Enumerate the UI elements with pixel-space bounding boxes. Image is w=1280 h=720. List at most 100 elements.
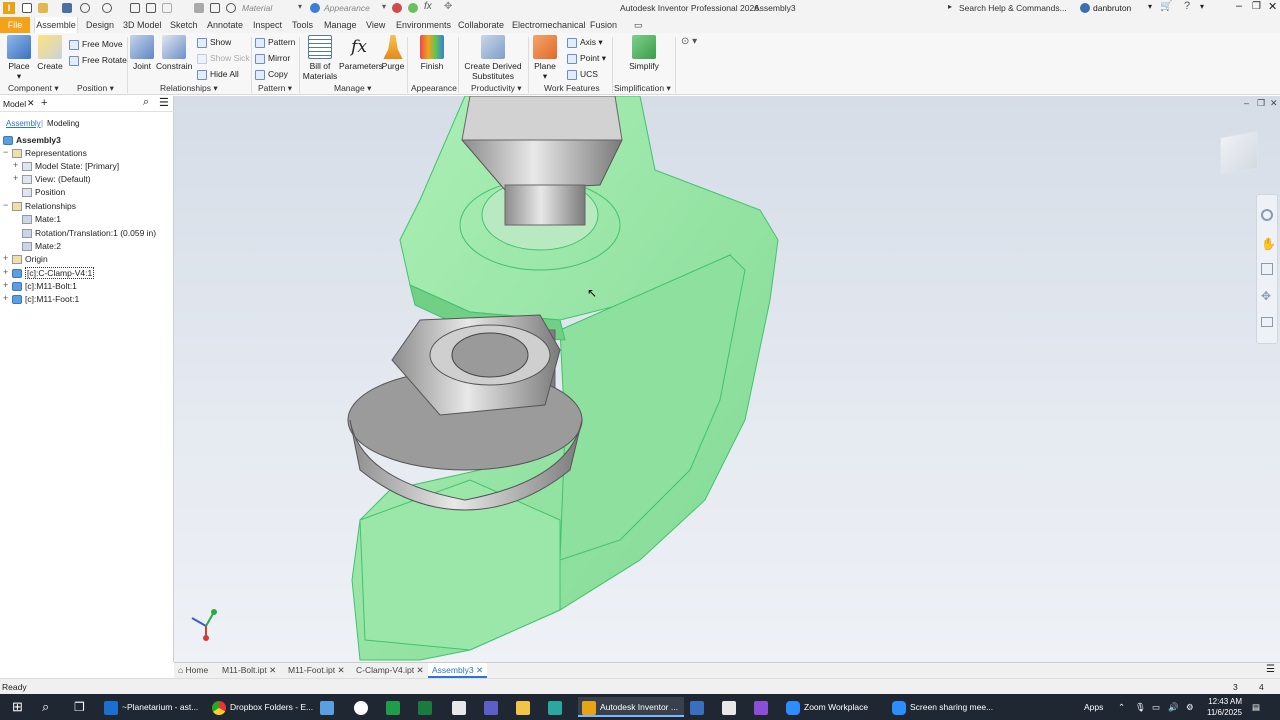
tab-inspect[interactable]: Inspect <box>253 17 282 33</box>
material-dropdown-chevron-icon[interactable]: ▾ <box>298 2 302 11</box>
app-pin-icon[interactable] <box>320 697 338 717</box>
viewport-minimize-icon[interactable]: – <box>1244 98 1249 108</box>
open-file-icon[interactable] <box>38 3 48 13</box>
volume-icon[interactable]: 🔊 <box>1168 697 1179 717</box>
windows-start-icon[interactable]: ⊞ <box>12 697 23 717</box>
app-pin-icon[interactable] <box>516 697 534 717</box>
clock[interactable]: 12:43 AM 11/6/2025 <box>1200 696 1242 718</box>
tree-item-rotation-translation[interactable]: Rotation/Translation:1 (0.059 in) <box>22 227 156 240</box>
measure-icon[interactable] <box>210 3 220 13</box>
cart-icon[interactable]: 🛒 <box>1160 1 1172 12</box>
app-pin-icon[interactable] <box>418 697 436 717</box>
expand-icon[interactable]: + <box>3 267 11 277</box>
taskbar-item-dropbox[interactable]: Dropbox Folders - E... <box>212 697 313 717</box>
zoom-icon[interactable] <box>1261 263 1273 275</box>
minimize-icon[interactable]: – <box>1236 0 1242 12</box>
graphics-window[interactable]: ↖ ✋ ✥ – ❐ ✕ <box>174 96 1280 662</box>
plane-button[interactable]: Plane ▾ <box>532 35 558 81</box>
pattern-button[interactable]: Pattern <box>255 35 295 49</box>
close-model-tab-icon[interactable]: ✕ <box>27 98 35 109</box>
search-help-input[interactable]: Search Help & Commands... <box>959 3 1075 13</box>
modeling-view-toggle[interactable]: Modeling <box>47 119 79 128</box>
ribbon-more-icon[interactable]: ⊙ ▾ <box>681 36 697 47</box>
tree-item-m11-bolt[interactable]: [c]:M11-Bolt:1 <box>12 280 77 293</box>
home-icon[interactable] <box>130 3 140 13</box>
inventor-logo[interactable]: I <box>3 2 15 14</box>
viewport-restore-icon[interactable]: ❐ <box>1257 98 1265 109</box>
app-pin-icon[interactable] <box>754 697 772 717</box>
task-view-icon[interactable]: ❐ <box>74 697 85 717</box>
tab-annotate[interactable]: Annotate <box>207 17 243 33</box>
copy-button[interactable]: Copy <box>255 67 288 81</box>
select-icon[interactable] <box>162 3 172 13</box>
ribbon-options-icon[interactable]: ▭ <box>634 17 643 33</box>
tab-fusion[interactable]: Fusion <box>590 17 617 33</box>
hide-all-button[interactable]: Hide All <box>197 67 239 81</box>
finish-button[interactable]: Finish <box>414 35 450 71</box>
new-file-icon[interactable] <box>22 3 32 13</box>
app-pin-icon[interactable] <box>484 697 502 717</box>
mirror-button[interactable]: Mirror <box>255 51 290 65</box>
collapse-icon[interactable]: − <box>3 200 11 210</box>
bill-of-materials-button[interactable]: Bill of Materials <box>302 35 338 81</box>
redo-icon[interactable] <box>102 3 112 13</box>
tree-item-position[interactable]: Position <box>22 186 65 199</box>
expand-icon[interactable]: + <box>3 253 11 263</box>
user-avatar-icon[interactable] <box>1080 3 1090 13</box>
tree-item-view[interactable]: View: (Default) <box>22 173 91 186</box>
app-pin-icon[interactable] <box>722 697 740 717</box>
network-icon[interactable]: ▭ <box>1152 697 1160 717</box>
tab-collaborate[interactable]: Collaborate <box>458 17 504 33</box>
assembly-view-toggle[interactable]: Assembly <box>6 119 41 128</box>
expand-icon[interactable]: + <box>13 160 21 170</box>
tree-item-m11-foot[interactable]: [c]:M11-Foot:1 <box>12 293 79 306</box>
add-browser-tab-icon[interactable]: + <box>41 97 47 109</box>
tray-chevron-icon[interactable]: ⌃ <box>1118 697 1125 717</box>
pan-icon[interactable]: ✋ <box>1261 237 1276 251</box>
tree-item-origin[interactable]: Origin <box>12 253 48 266</box>
apps-tray-label[interactable]: Apps <box>1084 697 1103 717</box>
return-icon[interactable] <box>146 3 156 13</box>
update-icon[interactable] <box>194 3 204 13</box>
tab-3d-model[interactable]: 3D Model <box>123 17 162 33</box>
app-pin-icon[interactable] <box>452 697 470 717</box>
taskbar-item-inventor[interactable]: Autodesk Inventor ... <box>578 697 684 717</box>
user-name[interactable]: danbruton <box>1093 3 1131 13</box>
viewcube[interactable] <box>1220 130 1258 176</box>
save-icon[interactable] <box>62 3 72 13</box>
panel-simplification[interactable]: Simplification ▾ <box>614 83 671 94</box>
tree-root[interactable]: Assembly3 <box>3 134 61 147</box>
tab-design[interactable]: Design <box>86 17 114 33</box>
panel-productivity[interactable]: Productivity ▾ <box>471 83 522 94</box>
user-chevron-icon[interactable]: ▾ <box>1148 2 1152 11</box>
create-button[interactable]: Create <box>36 35 64 71</box>
panel-pattern[interactable]: Pattern ▾ <box>258 83 292 94</box>
free-move-button[interactable]: Free Move <box>69 37 123 51</box>
close-tab-icon[interactable]: ✕ <box>337 665 344 675</box>
file-tab[interactable]: File <box>0 17 30 33</box>
tree-item-c-clamp[interactable]: [c]:C-Clamp-V4:1 <box>12 267 95 280</box>
tab-manage[interactable]: Manage <box>324 17 357 33</box>
taskbar-item-planetarium[interactable]: ~Planetarium - ast... <box>104 697 198 717</box>
close-tab-icon[interactable]: ✕ <box>476 665 483 675</box>
orbit-icon[interactable]: ✥ <box>1261 289 1271 303</box>
home-tab[interactable]: ⌂ Home <box>178 663 208 678</box>
close-tab-icon[interactable]: ✕ <box>269 665 276 675</box>
parameters-button[interactable]: fx Parameters <box>339 35 383 71</box>
app-pin-icon[interactable] <box>386 697 404 717</box>
tab-electromechanical[interactable]: Electromechanical <box>512 17 586 33</box>
clear-override-icon[interactable] <box>226 3 236 13</box>
create-derived-substitutes-button[interactable]: Create Derived Substitutes <box>462 35 524 81</box>
viewport-close-icon[interactable]: ✕ <box>1270 98 1278 109</box>
customize-icon[interactable]: ✥ <box>444 1 452 12</box>
microphone-icon[interactable]: 🎙 <box>1135 697 1146 717</box>
search-icon[interactable]: ⌕ <box>143 96 149 109</box>
app-pin-icon[interactable] <box>548 697 566 717</box>
expand-icon[interactable]: + <box>3 280 11 290</box>
help-chevron-icon[interactable]: ▾ <box>1200 2 1204 11</box>
appearance-dropdown[interactable]: Appearance <box>324 3 370 13</box>
tree-item-mate-2[interactable]: Mate:2 <box>22 240 61 253</box>
close-tab-icon[interactable]: ✕ <box>416 665 423 675</box>
look-at-icon[interactable] <box>1261 317 1273 327</box>
purge-button[interactable]: Purge <box>381 35 405 71</box>
